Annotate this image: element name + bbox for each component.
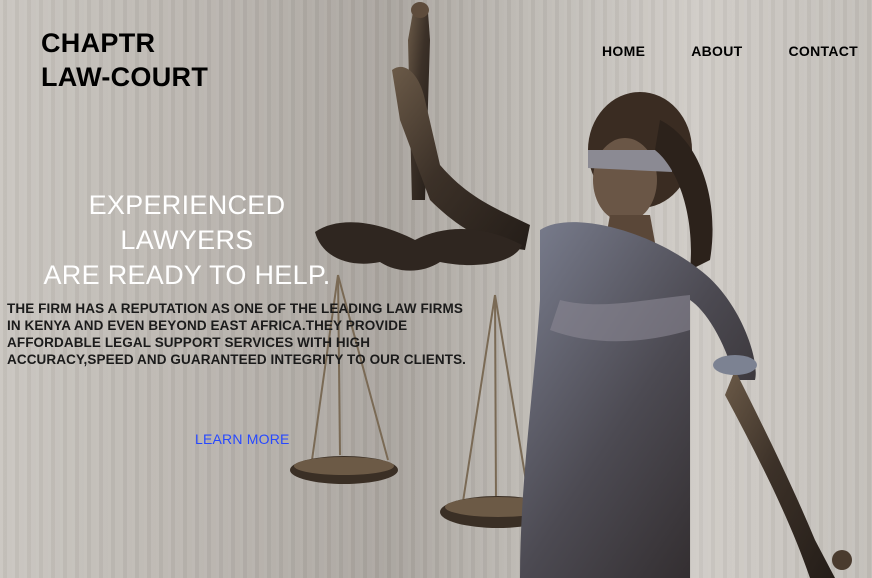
- brand-logo[interactable]: CHAPTR LAW-COURT: [41, 26, 208, 94]
- hero-headline: EXPERIENCED LAWYERS ARE READY TO HELP.: [22, 188, 352, 293]
- nav-about-link[interactable]: ABOUT: [691, 43, 742, 59]
- nav-contact-link[interactable]: CONTACT: [789, 43, 859, 59]
- learn-more-link[interactable]: LEARN MORE: [195, 431, 290, 447]
- nav-home-link[interactable]: HOME: [602, 43, 645, 59]
- headline-line-1: EXPERIENCED LAWYERS: [88, 190, 286, 255]
- main-nav: HOME ABOUT CONTACT: [602, 43, 858, 59]
- brand-line-2: LAW-COURT: [41, 62, 209, 92]
- brand-line-1: CHAPTR: [41, 28, 156, 58]
- hero-description: THE FIRM HAS A REPUTATION AS ONE OF THE …: [7, 301, 467, 367]
- headline-line-2: ARE READY TO HELP.: [43, 260, 331, 290]
